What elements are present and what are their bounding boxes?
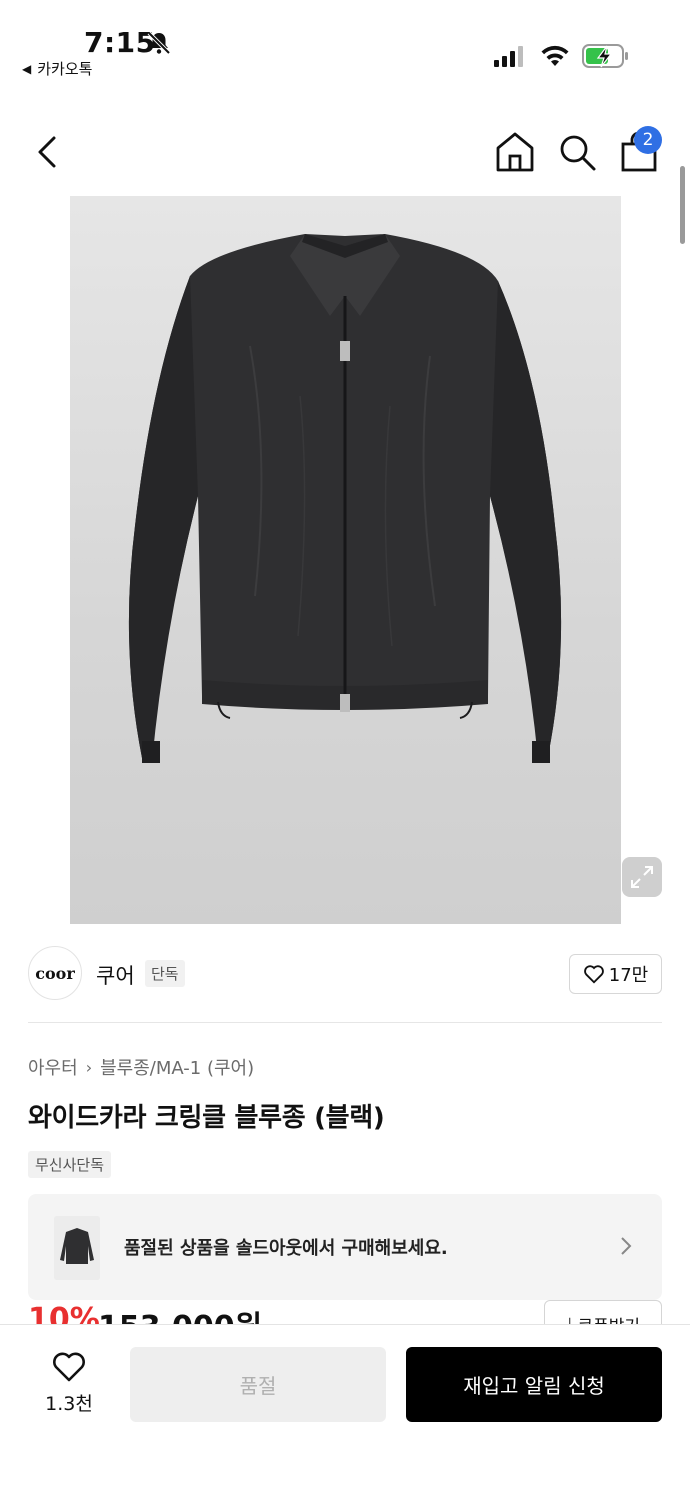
jacket-illustration bbox=[128, 234, 562, 763]
battery-charging-icon bbox=[582, 44, 628, 68]
signal-icon bbox=[494, 46, 523, 67]
product-image[interactable] bbox=[70, 196, 621, 924]
cart-count-badge: 2 bbox=[634, 126, 662, 154]
back-app-label: 카카오톡 bbox=[37, 60, 93, 78]
price-row: 10% 153,000원 ⤓ 쿠폰받기 bbox=[28, 1300, 662, 1326]
scrollbar[interactable] bbox=[680, 166, 685, 244]
heart-icon bbox=[53, 1352, 85, 1382]
brand-row: coor 쿠어 단독 17만 bbox=[28, 946, 662, 1002]
home-icon[interactable] bbox=[494, 130, 536, 174]
product-title: 와이드카라 크링클 블루종 (블랙) bbox=[28, 1103, 385, 1133]
expand-image-button[interactable] bbox=[622, 857, 662, 897]
coupon-button[interactable]: ⤓ 쿠폰받기 bbox=[544, 1300, 662, 1326]
sale-price: 153,000원 bbox=[98, 1302, 262, 1326]
back-icon[interactable] bbox=[30, 132, 66, 172]
chevron-right-icon: › bbox=[85, 1057, 93, 1077]
brand-logo[interactable]: coor bbox=[28, 946, 82, 1000]
chevron-right-icon bbox=[621, 1237, 632, 1255]
status-time: 7:15 bbox=[84, 26, 156, 59]
brand-like-button[interactable]: 17만 bbox=[569, 954, 662, 994]
exclusive-badge: 무신사단독 bbox=[28, 1151, 112, 1178]
wishlist-count: 1.3천 bbox=[45, 1393, 93, 1415]
soldout-button: 품절 bbox=[130, 1347, 386, 1422]
search-icon[interactable] bbox=[556, 130, 598, 174]
breadcrumb-subcategory[interactable]: 블루종/MA-1 (쿠어) bbox=[100, 1054, 254, 1080]
wifi-icon bbox=[541, 45, 569, 66]
heart-icon bbox=[583, 965, 604, 984]
brand-like-count: 17만 bbox=[608, 965, 649, 986]
back-to-app-link[interactable]: ◀ 카카오톡 bbox=[22, 58, 92, 79]
breadcrumb-category[interactable]: 아우터 bbox=[28, 1054, 78, 1080]
soldout-message: 품절된 상품을 솔드아웃에서 구매해보세요. bbox=[124, 1238, 448, 1259]
breadcrumb: 아우터 › 블루종/MA-1 (쿠어) bbox=[28, 1054, 254, 1080]
brand-exclusive-tag: 단독 bbox=[145, 960, 185, 987]
discount-rate: 10% bbox=[28, 1302, 100, 1326]
brand-name[interactable]: 쿠어 bbox=[96, 960, 135, 990]
bottom-action-bar: 1.3천 품절 재입고 알림 신청 bbox=[0, 1324, 690, 1500]
jacket-thumbnail bbox=[54, 1216, 100, 1280]
bell-slash-icon bbox=[147, 31, 171, 55]
top-navigation bbox=[0, 120, 690, 184]
back-triangle-icon: ◀ bbox=[22, 61, 32, 76]
restock-alert-button[interactable]: 재입고 알림 신청 bbox=[406, 1347, 662, 1422]
soldout-banner[interactable]: 품절된 상품을 솔드아웃에서 구매해보세요. bbox=[28, 1194, 662, 1300]
status-bar: 7:15 ◀ 카카오톡 bbox=[0, 0, 690, 90]
wishlist-button[interactable]: 1.3천 bbox=[38, 1349, 100, 1419]
expand-icon bbox=[631, 866, 653, 888]
divider bbox=[28, 1022, 662, 1023]
